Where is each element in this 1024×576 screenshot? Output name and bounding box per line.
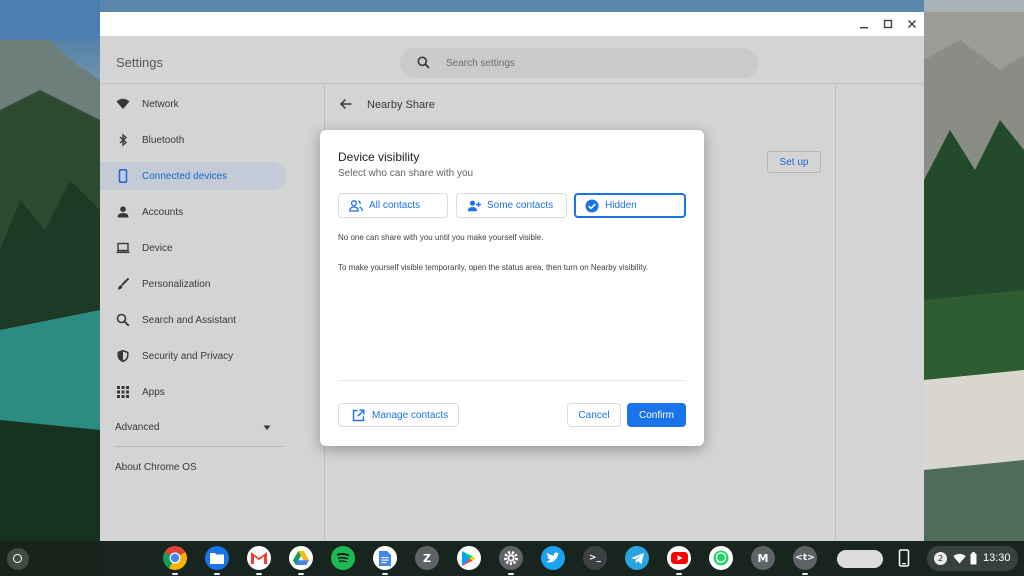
dev-tools-letters: <t>: [795, 553, 815, 563]
telegram-app-icon[interactable]: [625, 546, 649, 570]
stylus-tools-button[interactable]: [837, 550, 883, 568]
spotify-app-icon[interactable]: [331, 546, 355, 570]
google-drive-app-icon[interactable]: [289, 546, 313, 570]
running-indicator: [214, 573, 220, 575]
zoom-letter: Z: [423, 551, 431, 565]
window-titlebar: [100, 12, 924, 36]
settings-app-icon[interactable]: [499, 546, 523, 570]
m-app-icon[interactable]: M: [751, 546, 775, 570]
running-indicator: [382, 573, 388, 575]
all-contacts-option[interactable]: All contacts: [338, 193, 448, 218]
open-in-new-icon: [352, 409, 365, 422]
dev-tools-app-icon[interactable]: <t>: [793, 546, 817, 570]
launcher-button[interactable]: [7, 548, 29, 570]
minimize-button[interactable]: [856, 16, 872, 32]
maximize-button[interactable]: [880, 16, 896, 32]
google-docs-app-icon[interactable]: [373, 546, 397, 570]
files-app-icon[interactable]: [205, 546, 229, 570]
m-letter: M: [757, 551, 769, 565]
chrome-app-icon[interactable]: [163, 546, 187, 570]
people-icon: [349, 200, 363, 212]
maximize-icon: [883, 19, 893, 29]
twitter-app-icon[interactable]: [541, 546, 565, 570]
status-area[interactable]: 2 13:30: [927, 546, 1018, 571]
minimize-icon: [860, 27, 868, 29]
zoom-app-icon[interactable]: Z: [415, 546, 439, 570]
cancel-button[interactable]: Cancel: [567, 403, 621, 427]
hidden-option[interactable]: Hidden: [574, 193, 686, 218]
some-contacts-label: Some contacts: [487, 200, 554, 211]
close-window-button[interactable]: [904, 16, 920, 32]
device-visibility-dialog: Device visibility Select who can share w…: [320, 130, 704, 446]
play-store-app-icon[interactable]: [457, 546, 481, 570]
dialog-subtitle: Select who can share with you: [338, 168, 474, 179]
manage-contacts-button[interactable]: Manage contacts: [338, 403, 459, 427]
terminal-glyph: >_: [588, 553, 602, 563]
gear-icon: [504, 551, 518, 565]
phone-hub-icon[interactable]: [897, 549, 911, 567]
clock: 13:30: [983, 552, 1011, 564]
person-add-icon: [467, 200, 481, 212]
terminal-app-icon[interactable]: >_: [583, 546, 607, 570]
confirm-button[interactable]: Confirm: [627, 403, 686, 427]
visibility-hint: To make yourself visible temporarily, op…: [338, 263, 649, 272]
running-indicator: [298, 573, 304, 575]
dialog-title: Device visibility: [338, 150, 420, 164]
dialog-divider: [338, 380, 686, 381]
running-indicator: [172, 573, 178, 575]
notification-counter[interactable]: 2: [934, 552, 947, 565]
running-indicator: [508, 573, 514, 575]
whatsapp-app-icon[interactable]: [709, 546, 733, 570]
gmail-app-icon[interactable]: [247, 546, 271, 570]
running-indicator: [256, 573, 262, 575]
running-indicator: [802, 573, 808, 575]
all-contacts-label: All contacts: [369, 200, 421, 211]
check-circle-icon: [585, 199, 599, 213]
youtube-app-icon[interactable]: [667, 546, 691, 570]
manage-contacts-label: Manage contacts: [372, 410, 449, 421]
shelf: Z >_ M <t> 2 13:30: [0, 541, 1024, 576]
some-contacts-option[interactable]: Some contacts: [456, 193, 567, 218]
hidden-label: Hidden: [605, 200, 637, 211]
wifi-icon: [953, 553, 966, 564]
running-indicator: [676, 573, 682, 575]
close-icon: [908, 20, 916, 28]
visibility-description: No one can share with you until you make…: [338, 233, 544, 242]
battery-icon: [970, 552, 977, 565]
